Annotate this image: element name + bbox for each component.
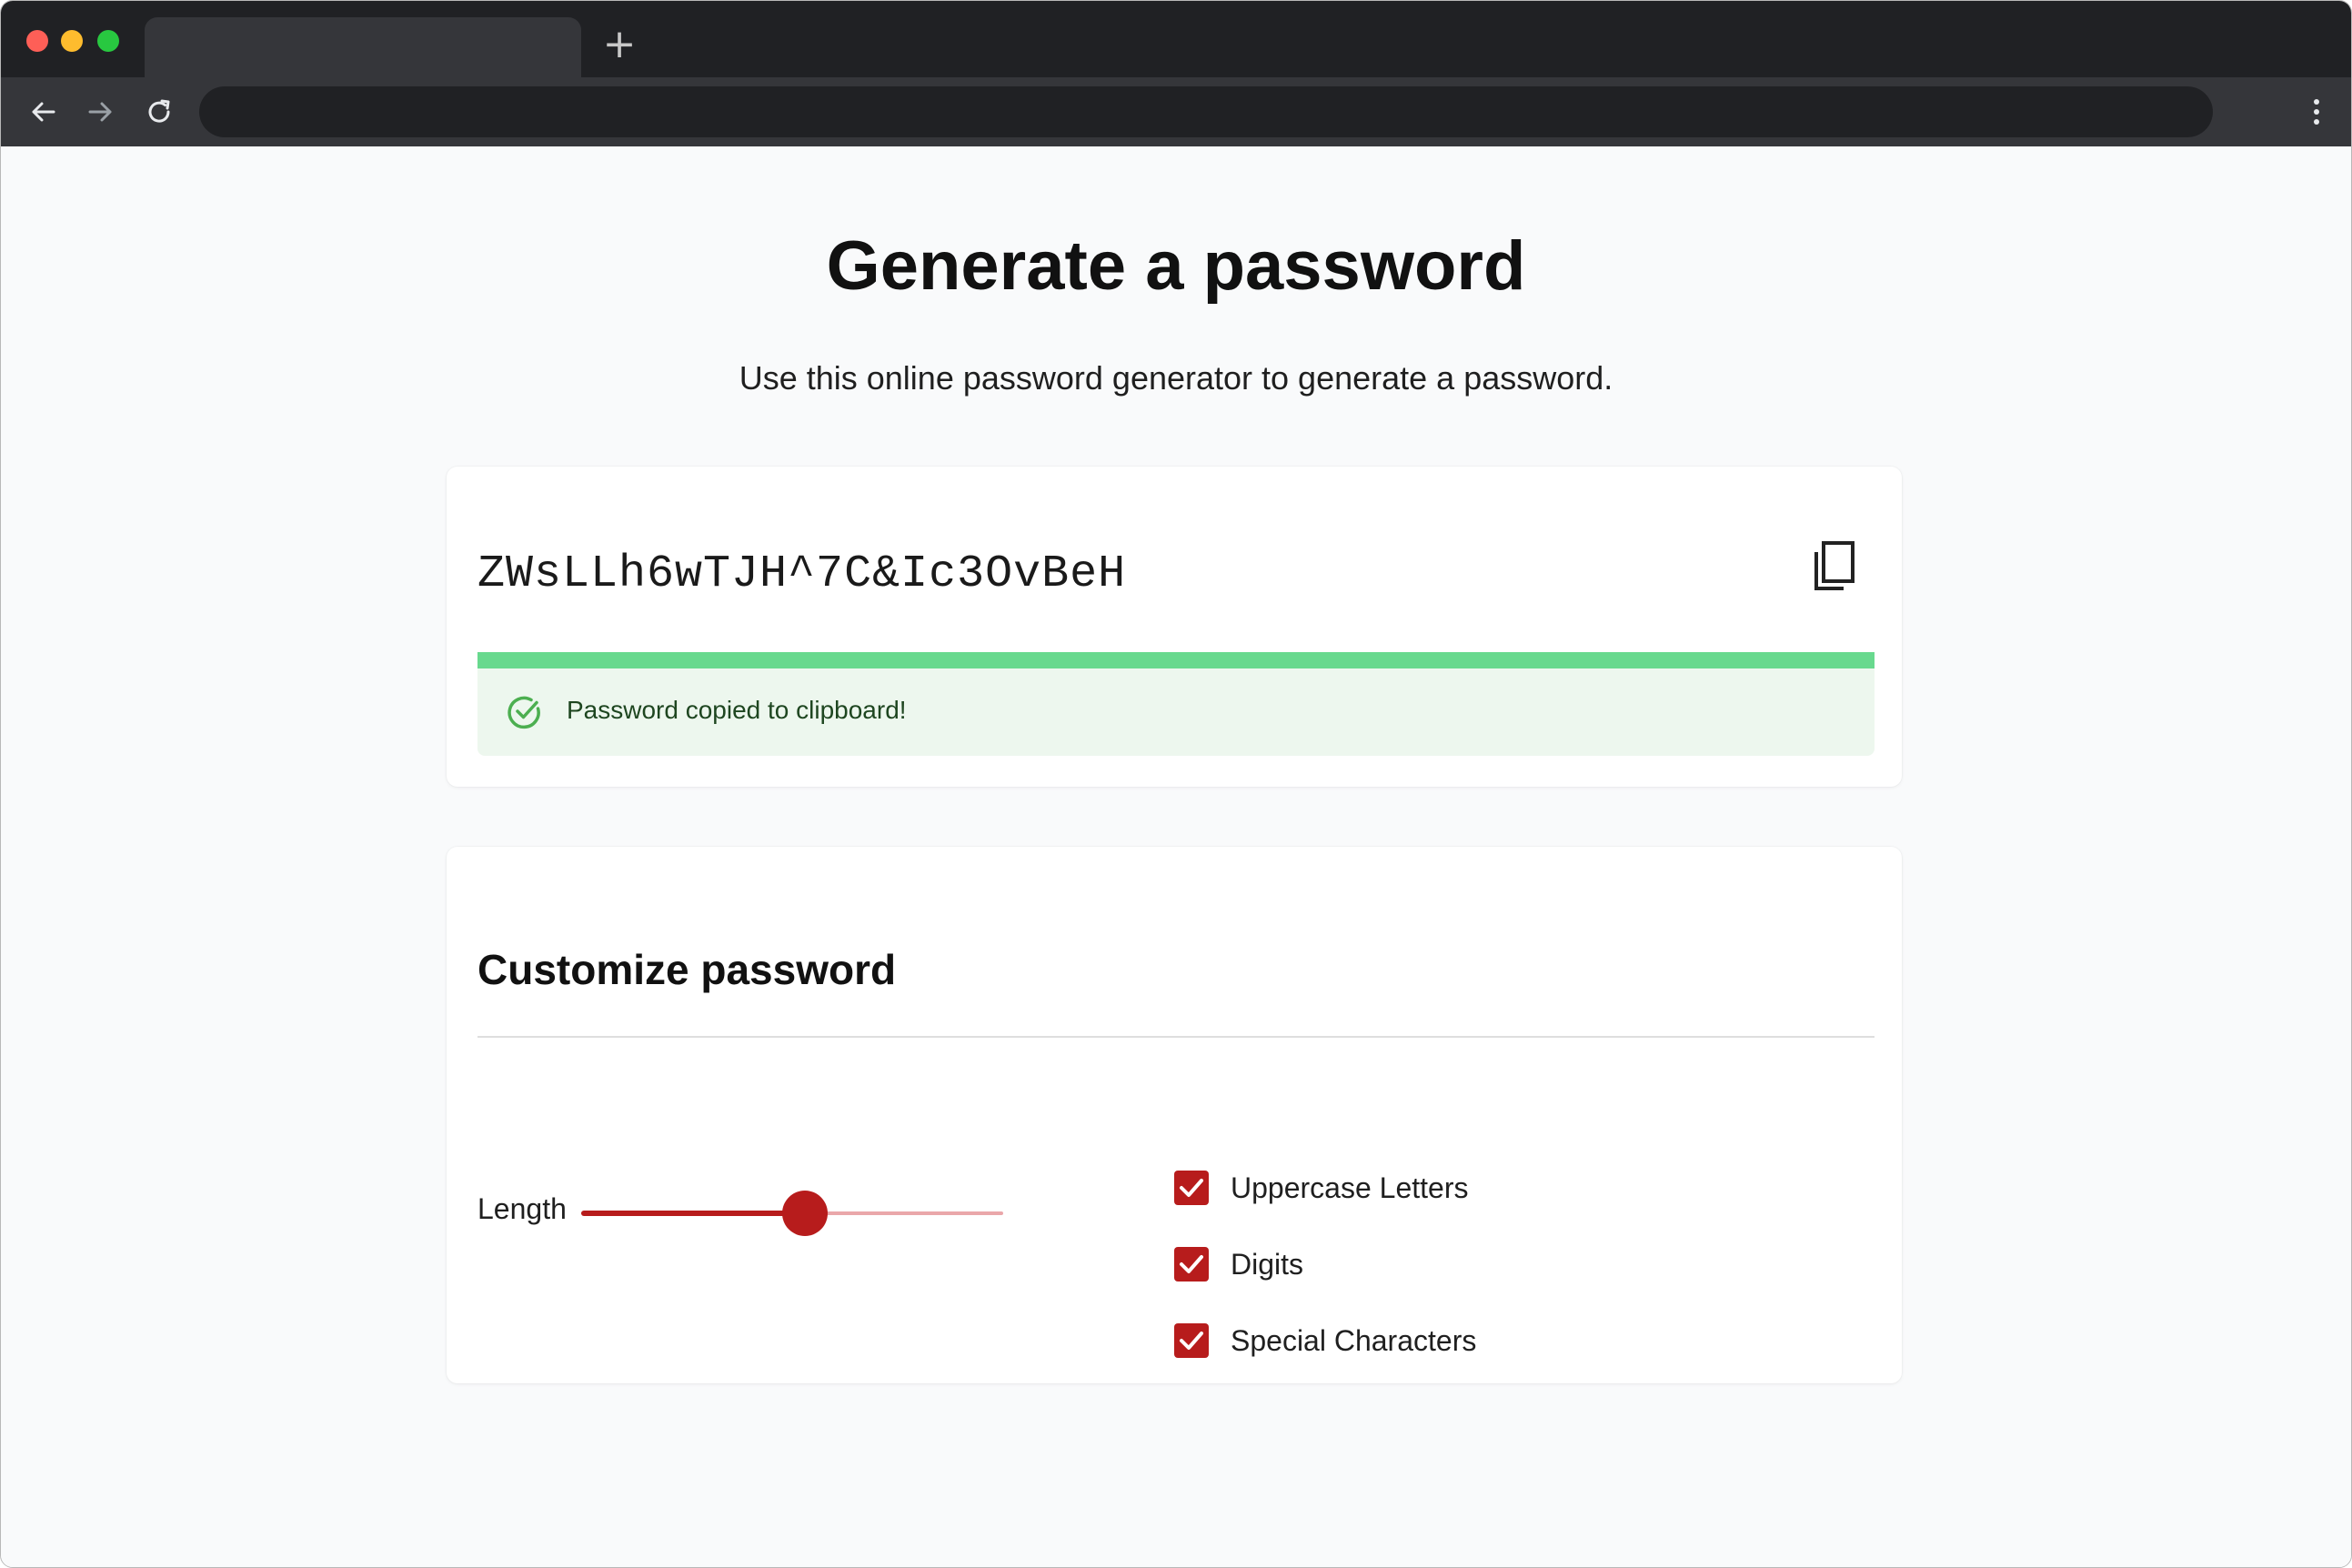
special-characters-checkbox[interactable] (1174, 1323, 1209, 1358)
page-subtitle: Use this online password generator to ge… (739, 359, 1613, 397)
uppercase-checkbox[interactable] (1174, 1171, 1209, 1205)
browser-toolbar (1, 77, 2351, 146)
minimize-window-button[interactable] (61, 30, 83, 52)
back-arrow-icon[interactable] (25, 94, 61, 130)
length-slider[interactable] (581, 1191, 1003, 1236)
forward-arrow-icon[interactable] (83, 94, 119, 130)
close-window-button[interactable] (26, 30, 48, 52)
more-vert-icon[interactable] (2307, 94, 2326, 130)
browser-window: + Generate a password Use this online pa… (0, 0, 2352, 1568)
digits-checkbox[interactable] (1174, 1247, 1209, 1282)
page-title: Generate a password (826, 227, 1526, 305)
slider-track (581, 1211, 805, 1216)
check-icon (1180, 1255, 1203, 1273)
content-copy-icon[interactable] (1811, 539, 1858, 594)
strength-bar (477, 652, 1875, 668)
maximize-window-button[interactable] (97, 30, 119, 52)
address-bar[interactable] (199, 86, 2213, 137)
password-card: ZWsLLh6wTJH^7C&Ic3OvBeH Password copied … (447, 467, 1902, 787)
check-circle-icon (507, 694, 543, 730)
alert-message: Password copied to clipboard! (567, 696, 907, 724)
copied-alert: Password copied to clipboard! (477, 668, 1875, 756)
tab-strip: + (1, 1, 2351, 77)
browser-tab[interactable] (145, 17, 581, 77)
section-title: Customize password (477, 946, 897, 993)
option-label: Digits (1231, 1248, 1304, 1281)
length-label: Length (477, 1192, 567, 1225)
slider-thumb[interactable] (782, 1191, 828, 1236)
divider (477, 1036, 1875, 1038)
generated-password[interactable]: ZWsLLh6wTJH^7C&Ic3OvBeH (477, 548, 1126, 600)
page-content: Generate a password Use this online pass… (1, 146, 2351, 1567)
check-icon (1180, 1332, 1203, 1350)
new-tab-button[interactable]: + (601, 25, 638, 65)
check-icon (1180, 1179, 1203, 1197)
customize-card: Customize password Length Uppercase Lett… (447, 847, 1902, 1383)
reload-icon[interactable] (141, 94, 177, 130)
option-label: Uppercase Letters (1231, 1171, 1469, 1204)
option-label: Special Characters (1231, 1324, 1477, 1357)
